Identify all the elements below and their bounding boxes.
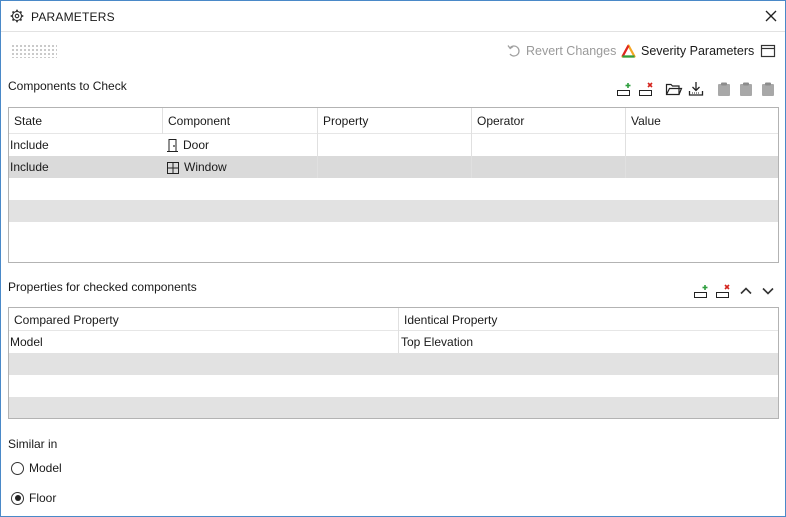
close-button[interactable] bbox=[759, 4, 783, 28]
severity-triangle-icon bbox=[621, 44, 636, 58]
window-icon bbox=[167, 161, 179, 174]
column-header-component[interactable]: Component bbox=[163, 108, 230, 134]
component-label: Door bbox=[183, 138, 210, 152]
property-cell[interactable] bbox=[318, 156, 319, 178]
empty-row bbox=[9, 200, 778, 222]
door-icon bbox=[167, 139, 178, 153]
download-button[interactable] bbox=[687, 80, 705, 98]
operator-cell[interactable] bbox=[472, 156, 473, 178]
column-divider bbox=[778, 308, 779, 353]
title-bar: PARAMETERS bbox=[1, 1, 785, 32]
clipboard-paste-icon[interactable] bbox=[737, 80, 755, 98]
add-property-button[interactable] bbox=[693, 282, 711, 300]
similar-in-label: Similar in bbox=[8, 437, 58, 451]
state-cell[interactable]: Include bbox=[9, 134, 49, 156]
drag-grip-handle[interactable] bbox=[11, 44, 57, 58]
undo-icon bbox=[507, 45, 520, 57]
revert-changes-button[interactable]: Revert Changes bbox=[507, 42, 616, 60]
properties-for-checked-components-label: Properties for checked components bbox=[8, 280, 197, 294]
column-header-property[interactable]: Property bbox=[318, 108, 368, 134]
column-header-compared-property[interactable]: Compared Property bbox=[9, 308, 119, 330]
identical-property-cell[interactable]: Top Elevation bbox=[400, 331, 473, 353]
property-cell[interactable] bbox=[318, 134, 319, 156]
column-header-state[interactable]: State bbox=[9, 108, 42, 134]
operator-cell[interactable] bbox=[472, 134, 473, 156]
add-row-button[interactable] bbox=[616, 80, 634, 98]
column-header-identical-property[interactable]: Identical Property bbox=[399, 308, 497, 330]
empty-row bbox=[9, 178, 778, 200]
radio-floor-circle[interactable] bbox=[11, 491, 24, 505]
column-divider[interactable] bbox=[398, 308, 399, 353]
column-header-value[interactable]: Value bbox=[626, 108, 661, 134]
value-cell[interactable] bbox=[626, 156, 627, 178]
empty-row bbox=[9, 353, 778, 375]
value-cell[interactable] bbox=[626, 134, 627, 156]
move-up-button[interactable] bbox=[737, 282, 755, 300]
clipboard-copy-icon[interactable] bbox=[715, 80, 733, 98]
properties-table: Compared Property Identical Property Mod… bbox=[8, 307, 779, 419]
empty-row bbox=[9, 397, 778, 418]
remove-row-button[interactable] bbox=[638, 80, 656, 98]
component-label: Window bbox=[184, 160, 227, 174]
state-cell[interactable]: Include bbox=[9, 156, 49, 178]
window-title: PARAMETERS bbox=[31, 10, 115, 24]
table-row[interactable]: Model Top Elevation bbox=[9, 331, 778, 353]
radio-model-circle[interactable] bbox=[11, 461, 24, 475]
gear-icon bbox=[10, 9, 24, 23]
radio-floor-label[interactable]: Floor bbox=[29, 491, 56, 505]
radio-model[interactable]: Model bbox=[11, 461, 62, 475]
open-folder-button[interactable] bbox=[665, 80, 683, 98]
clipboard-clear-icon[interactable] bbox=[759, 80, 777, 98]
empty-row bbox=[9, 375, 778, 397]
radio-model-label[interactable]: Model bbox=[29, 461, 62, 475]
empty-row bbox=[9, 222, 778, 244]
column-divider[interactable] bbox=[317, 108, 318, 178]
move-down-button[interactable] bbox=[759, 282, 777, 300]
severity-parameters-label: Severity Parameters bbox=[641, 44, 755, 58]
column-divider bbox=[778, 108, 779, 178]
radio-floor[interactable]: Floor bbox=[11, 491, 56, 505]
parameters-window: PARAMETERS Revert Changes Severity Param… bbox=[0, 0, 786, 517]
column-divider[interactable] bbox=[471, 108, 472, 178]
column-divider[interactable] bbox=[625, 108, 626, 178]
components-to-check-label: Components to Check bbox=[8, 79, 127, 93]
component-cell[interactable]: Window bbox=[163, 156, 227, 178]
remove-property-button[interactable] bbox=[715, 282, 733, 300]
table-row[interactable]: Include Window bbox=[9, 156, 778, 178]
window-layout-icon[interactable] bbox=[759, 42, 777, 60]
components-table: State Component Property Operator Value … bbox=[8, 107, 779, 263]
component-cell[interactable]: Door bbox=[163, 134, 209, 156]
revert-changes-label: Revert Changes bbox=[526, 44, 617, 58]
severity-parameters-button[interactable]: Severity Parameters bbox=[621, 42, 754, 60]
compared-property-cell[interactable]: Model bbox=[9, 331, 43, 353]
column-header-operator[interactable]: Operator bbox=[472, 108, 524, 134]
table-row[interactable]: Include Door bbox=[9, 134, 778, 156]
column-divider[interactable] bbox=[162, 108, 163, 134]
